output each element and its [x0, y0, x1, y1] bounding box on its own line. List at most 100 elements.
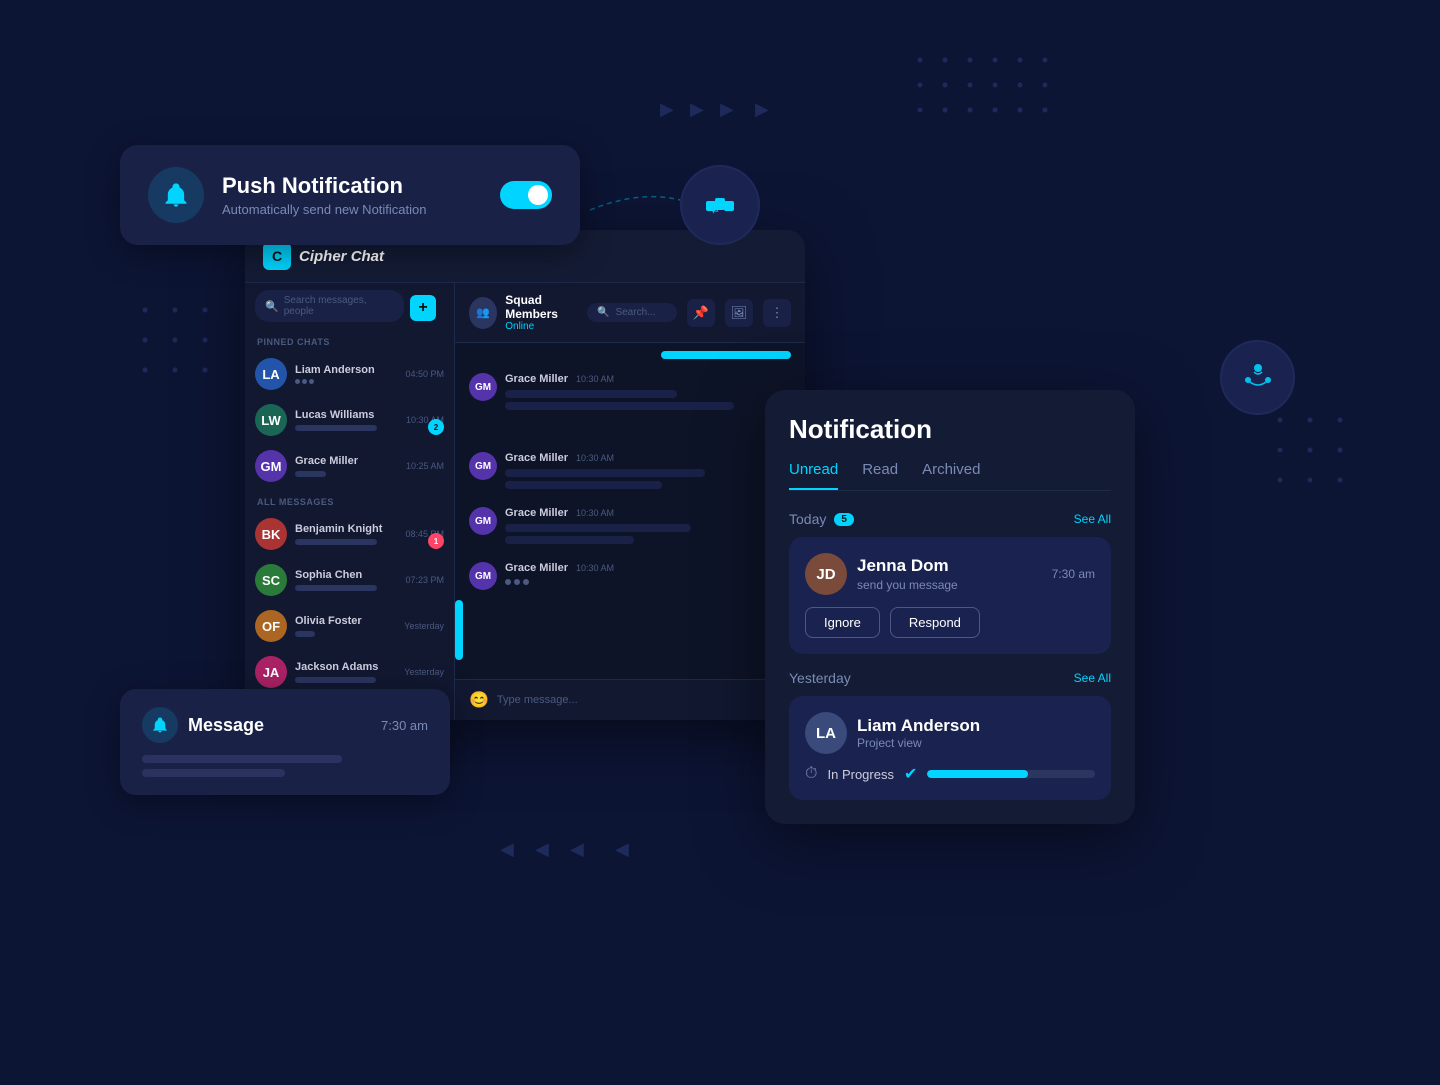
- chat-list-preview-jackson: [295, 677, 376, 683]
- svg-text:◀: ◀: [535, 839, 549, 859]
- liam-card-header: LA Liam Anderson Project view: [805, 712, 1095, 754]
- in-progress-icon: ⏱: [805, 765, 817, 783]
- chat-list-name-benjamin: Benjamin Knight: [295, 523, 397, 535]
- squad-info: Squad Members Online: [505, 293, 587, 332]
- chat-time-sophia: 07:23 PM: [405, 575, 444, 585]
- chat-list-preview-olivia: [295, 631, 315, 637]
- avatar-lucas: LW: [255, 404, 287, 436]
- in-progress-text: In Progress: [827, 767, 893, 782]
- pin-icon[interactable]: 📌: [687, 299, 715, 327]
- chat-list-info-benjamin: Benjamin Knight: [295, 523, 397, 545]
- chat-input-field[interactable]: Type message...: [497, 694, 791, 706]
- msg-header-3: Grace Miller 10:30 AM: [505, 507, 791, 519]
- squad-avatar: 👥: [469, 297, 497, 329]
- squad-name: Squad Members: [505, 293, 587, 321]
- jenna-notification-card: JD Jenna Dom send you message 7:30 am Ig…: [789, 537, 1111, 654]
- chat-list-info-jackson: Jackson Adams: [295, 661, 396, 683]
- push-notification-toggle[interactable]: [500, 181, 552, 209]
- chat-app-body: 🔍 Search messages, people + PINNED CHATS…: [245, 283, 805, 720]
- liam-user-info: Liam Anderson Project view: [857, 716, 1095, 750]
- notification-tabs: Unread Read Archived: [789, 461, 1111, 491]
- msg-header-4: Grace Miller 10:30 AM: [505, 562, 791, 574]
- msg-bar-2a: [505, 469, 705, 477]
- chat-sidebar-search-box[interactable]: 🔍 Search messages, people: [255, 290, 404, 322]
- chat-list-preview-benjamin: [295, 539, 377, 545]
- chat-add-button[interactable]: +: [410, 295, 436, 321]
- chat-list-info-olivia: Olivia Foster: [295, 615, 396, 637]
- chat-sidebar-search-row: 🔍 Search messages, people +: [245, 283, 454, 329]
- msg-avatar-3: GM: [469, 507, 497, 535]
- msg-header-2: Grace Miller 10:30 AM: [505, 452, 791, 464]
- pinned-section-label: PINNED CHATS: [245, 329, 454, 351]
- chat-list-item-liam[interactable]: LA Liam Anderson 04:50 PM: [245, 351, 454, 397]
- message-toast-bar2: [142, 769, 285, 777]
- tab-unread[interactable]: Unread: [789, 461, 838, 490]
- cyan-accent-bar: [455, 600, 463, 660]
- typing-dot-1: [505, 579, 511, 585]
- team-deco-circle: [1220, 340, 1295, 415]
- liam-name: Liam Anderson: [857, 716, 1095, 736]
- chat-list-preview-sophia: [295, 585, 377, 591]
- chat-list-info-grace: Grace Miller: [295, 455, 398, 477]
- message-toast: Message 7:30 am: [120, 689, 450, 795]
- progress-bar-fill: [927, 770, 1028, 778]
- typing-dot-2: [514, 579, 520, 585]
- message-bell-icon: [142, 707, 178, 743]
- msg-avatar-4: GM: [469, 562, 497, 590]
- progress-bar-background: [927, 770, 1095, 778]
- msg-name-3: Grace Miller: [505, 507, 568, 519]
- svg-text:◀: ◀: [500, 839, 514, 859]
- jenna-card-header: JD Jenna Dom send you message 7:30 am: [805, 553, 1095, 595]
- badge-benjamin: 1: [428, 533, 444, 549]
- svg-text:▶: ▶: [755, 99, 769, 119]
- emoji-icon[interactable]: 😊: [469, 690, 489, 710]
- squad-deco-circle: ⇄: [680, 165, 760, 245]
- yesterday-see-all[interactable]: See All: [1074, 671, 1111, 685]
- message-toast-bar1: [142, 755, 342, 763]
- today-section-left: Today 5: [789, 511, 854, 527]
- squad-status: Online: [505, 321, 587, 332]
- tab-archived[interactable]: Archived: [922, 461, 980, 490]
- cyan-bar-decoration: [661, 351, 791, 359]
- msg-content-1: Grace Miller 10:30 AM: [505, 373, 791, 414]
- chat-list-item-olivia[interactable]: OF Olivia Foster Yesterday: [245, 603, 454, 649]
- tab-read[interactable]: Read: [862, 461, 898, 490]
- chat-list-item-grace[interactable]: GM Grace Miller 10:25 AM: [245, 443, 454, 489]
- msg-time-4: 10:30 AM: [576, 563, 614, 573]
- ignore-button[interactable]: Ignore: [805, 607, 880, 638]
- image-icon[interactable]: 🖼: [725, 299, 753, 327]
- search-placeholder: Search messages, people: [284, 295, 394, 317]
- message-row-1: GM Grace Miller 10:30 AM: [469, 373, 791, 414]
- svg-text:▶: ▶: [720, 99, 734, 119]
- msg-time-2: 10:30 AM: [576, 453, 614, 463]
- bell-icon: [148, 167, 204, 223]
- avatar-liam-notif: LA: [805, 712, 847, 754]
- chat-list-info-lucas: Lucas Williams: [295, 409, 398, 431]
- msg-bar-1a: [505, 390, 677, 398]
- chat-list-name-jackson: Jackson Adams: [295, 661, 396, 673]
- push-notification-subtitle: Automatically send new Notification: [222, 202, 482, 217]
- more-icon[interactable]: ⋮: [763, 299, 791, 327]
- seen-indicator: ••: [469, 428, 787, 438]
- jenna-sub: send you message: [857, 578, 1042, 592]
- message-row-3: GM Grace Miller 10:30 AM: [469, 507, 791, 548]
- message-toast-header: Message 7:30 am: [142, 707, 428, 743]
- message-row-2: GM Grace Miller 10:30 AM: [469, 452, 791, 493]
- chat-logo: C Cipher Chat: [263, 242, 384, 270]
- yesterday-label: Yesterday: [789, 670, 851, 686]
- svg-text:▶: ▶: [660, 99, 674, 119]
- search-icon-main: 🔍: [597, 307, 609, 318]
- chat-main-search[interactable]: 🔍 Search...: [587, 303, 677, 322]
- msg-header-1: Grace Miller 10:30 AM: [505, 373, 791, 385]
- avatar-jenna: JD: [805, 553, 847, 595]
- push-notification-text: Push Notification Automatically send new…: [222, 173, 482, 217]
- chat-list-item-benjamin[interactable]: BK Benjamin Knight 08:45 PM 1: [245, 511, 454, 557]
- chat-list-info-sophia: Sophia Chen: [295, 569, 397, 591]
- msg-content-4: Grace Miller 10:30 AM: [505, 562, 791, 585]
- chat-list-item-lucas[interactable]: LW Lucas Williams 10:30 AM 2: [245, 397, 454, 443]
- chat-list-item-sophia[interactable]: SC Sophia Chen 07:23 PM: [245, 557, 454, 603]
- respond-button[interactable]: Respond: [890, 607, 980, 638]
- svg-text:◀: ◀: [615, 839, 629, 859]
- badge-lucas: 2: [428, 419, 444, 435]
- today-see-all[interactable]: See All: [1074, 512, 1111, 526]
